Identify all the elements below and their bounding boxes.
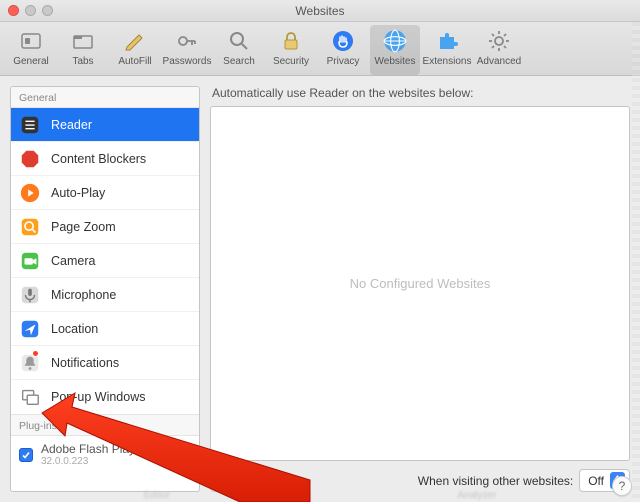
tab-label: Security bbox=[273, 56, 309, 67]
globe-icon bbox=[381, 27, 409, 55]
switch-icon bbox=[17, 27, 45, 55]
preferences-window: Websites General Tabs AutoFill bbox=[0, 0, 640, 502]
plugin-version: 32.0.0.223 bbox=[41, 456, 146, 467]
sidebar-item-camera[interactable]: Camera bbox=[11, 244, 199, 278]
magnifier-icon bbox=[225, 27, 253, 55]
plugin-row-flash[interactable]: Adobe Flash Player 32.0.0.223 bbox=[11, 436, 199, 473]
sidebar-section-plugins: Plug-ins bbox=[11, 414, 199, 436]
camera-icon bbox=[19, 250, 41, 272]
help-button[interactable]: ? bbox=[612, 476, 632, 496]
sidebar-item-location[interactable]: Location bbox=[11, 312, 199, 346]
main-heading: Automatically use Reader on the websites… bbox=[210, 86, 630, 106]
settings-sidebar: General Reader Content Blockers Auto-Pla… bbox=[10, 86, 200, 492]
plugin-name: Adobe Flash Player bbox=[41, 442, 146, 456]
minimize-window-button[interactable] bbox=[25, 5, 36, 16]
sidebar-item-label: Auto-Play bbox=[51, 186, 105, 200]
visiting-others-control: When visiting other websites: Off bbox=[418, 469, 630, 492]
tab-label: Passwords bbox=[163, 56, 212, 67]
tab-tabs[interactable]: Tabs bbox=[58, 25, 108, 75]
windows-icon bbox=[19, 386, 41, 408]
window-title: Websites bbox=[0, 4, 640, 18]
tab-label: Privacy bbox=[327, 56, 360, 67]
tab-label: AutoFill bbox=[118, 56, 151, 67]
traffic-lights bbox=[8, 5, 53, 16]
tab-websites[interactable]: Websites bbox=[370, 25, 420, 75]
sidebar-section-general: General bbox=[11, 87, 199, 108]
controls-row: Remove When visiting other websites: Off bbox=[210, 461, 630, 492]
title-bar: Websites bbox=[0, 0, 640, 22]
tab-extensions[interactable]: Extensions bbox=[422, 25, 472, 75]
tab-label: Search bbox=[223, 56, 255, 67]
configured-websites-list[interactable]: No Configured Websites bbox=[210, 106, 630, 461]
pencil-icon bbox=[121, 27, 149, 55]
empty-list-placeholder: No Configured Websites bbox=[350, 276, 491, 291]
tab-autofill[interactable]: AutoFill bbox=[110, 25, 160, 75]
tabs-icon bbox=[69, 27, 97, 55]
sidebar-item-page-zoom[interactable]: Page Zoom bbox=[11, 210, 199, 244]
stop-icon bbox=[19, 148, 41, 170]
visiting-label: When visiting other websites: bbox=[418, 474, 573, 488]
sidebar-item-popup-windows[interactable]: Pop-up Windows bbox=[11, 380, 199, 414]
zoom-window-button[interactable] bbox=[42, 5, 53, 16]
sidebar-item-microphone[interactable]: Microphone bbox=[11, 278, 199, 312]
sidebar-item-label: Pop-up Windows bbox=[51, 390, 146, 404]
tab-label: Tabs bbox=[72, 56, 93, 67]
remove-button[interactable]: Remove bbox=[210, 470, 281, 492]
tab-general[interactable]: General bbox=[6, 25, 56, 75]
sidebar-item-auto-play[interactable]: Auto-Play bbox=[11, 176, 199, 210]
preferences-toolbar: General Tabs AutoFill Passwords bbox=[0, 22, 640, 76]
sidebar-item-label: Location bbox=[51, 322, 98, 336]
notification-badge bbox=[32, 350, 39, 357]
tab-label: Advanced bbox=[477, 56, 521, 67]
tab-privacy[interactable]: Privacy bbox=[318, 25, 368, 75]
hand-icon bbox=[329, 27, 357, 55]
tab-passwords[interactable]: Passwords bbox=[162, 25, 212, 75]
gear-icon bbox=[485, 27, 513, 55]
puzzle-icon bbox=[433, 27, 461, 55]
tab-label: Websites bbox=[375, 56, 416, 67]
sidebar-item-label: Notifications bbox=[51, 356, 119, 370]
sidebar-item-label: Reader bbox=[51, 118, 92, 132]
lock-icon bbox=[277, 27, 305, 55]
body: General Reader Content Blockers Auto-Pla… bbox=[0, 76, 640, 502]
plugin-checkbox[interactable] bbox=[19, 448, 33, 462]
sidebar-item-label: Content Blockers bbox=[51, 152, 146, 166]
tab-label: Extensions bbox=[423, 56, 472, 67]
sidebar-item-notifications[interactable]: Notifications bbox=[11, 346, 199, 380]
sidebar-item-reader[interactable]: Reader bbox=[11, 108, 199, 142]
sidebar-item-content-blockers[interactable]: Content Blockers bbox=[11, 142, 199, 176]
key-icon bbox=[173, 27, 201, 55]
microphone-icon bbox=[19, 284, 41, 306]
sidebar-item-label: Camera bbox=[51, 254, 95, 268]
tab-security[interactable]: Security bbox=[266, 25, 316, 75]
play-icon bbox=[19, 182, 41, 204]
tab-advanced[interactable]: Advanced bbox=[474, 25, 524, 75]
close-window-button[interactable] bbox=[8, 5, 19, 16]
location-icon bbox=[19, 318, 41, 340]
tab-label: General bbox=[13, 56, 49, 67]
zoom-icon bbox=[19, 216, 41, 238]
visiting-value: Off bbox=[588, 474, 604, 488]
reader-icon bbox=[19, 114, 41, 136]
tab-search[interactable]: Search bbox=[214, 25, 264, 75]
background-edge bbox=[632, 22, 640, 502]
sidebar-item-label: Page Zoom bbox=[51, 220, 116, 234]
sidebar-item-label: Microphone bbox=[51, 288, 116, 302]
plugin-text: Adobe Flash Player 32.0.0.223 bbox=[41, 442, 146, 467]
main-panel: Automatically use Reader on the websites… bbox=[210, 86, 630, 492]
